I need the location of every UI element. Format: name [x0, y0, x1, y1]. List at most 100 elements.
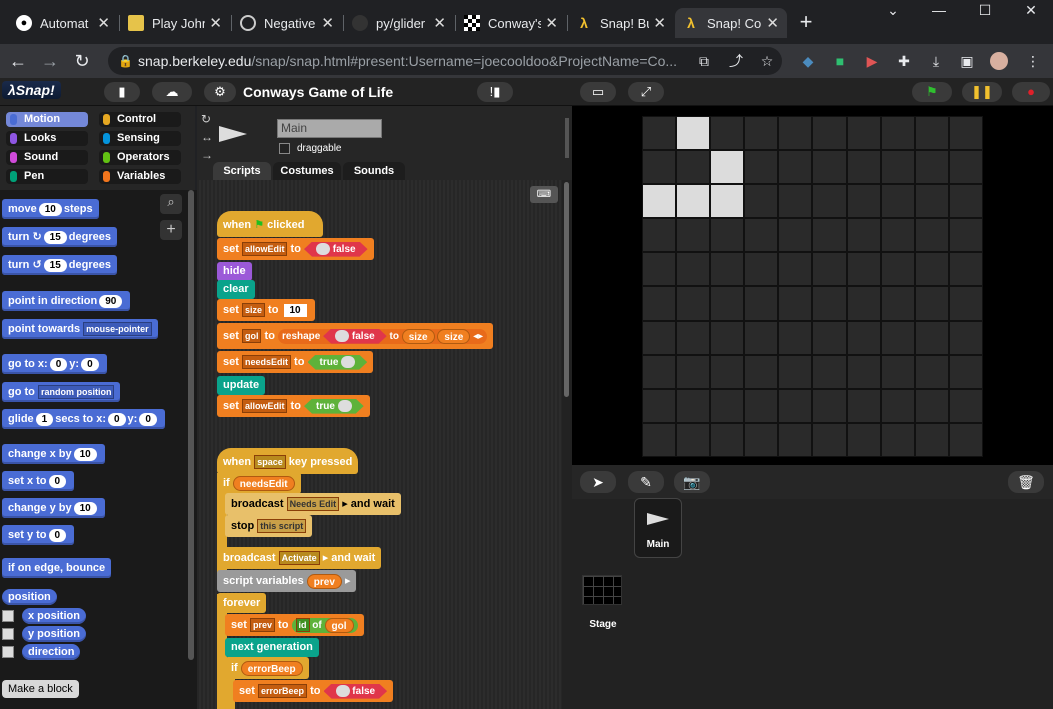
dead-cell[interactable] [745, 117, 778, 150]
turn-clockwise-block[interactable]: turn ↻ 15 degrees [2, 227, 117, 247]
dead-cell[interactable] [881, 389, 914, 422]
dead-cell[interactable] [643, 287, 676, 320]
snap-logo[interactable]: λSnap! [2, 81, 61, 99]
dead-cell[interactable] [677, 389, 710, 422]
dead-cell[interactable] [847, 117, 880, 150]
live-cell[interactable] [677, 117, 710, 150]
set-gol-block[interactable]: set gol to reshape false to size size ◂▸ [217, 323, 494, 349]
make-a-block-button[interactable]: Make a block [2, 680, 79, 698]
dead-cell[interactable] [779, 151, 812, 184]
x-position-reporter[interactable]: x position [22, 608, 86, 624]
set-allowedit-block[interactable]: set allowEdit to true [217, 395, 370, 417]
watcher-checkbox[interactable] [2, 646, 14, 658]
go-to-xy-block[interactable]: go to x: 0 y: 0 [2, 354, 107, 374]
dead-cell[interactable] [881, 151, 914, 184]
dead-cell[interactable] [711, 389, 744, 422]
dead-cell[interactable] [711, 287, 744, 320]
minimize-icon[interactable]: — [916, 0, 962, 20]
if-on-edge-bounce-block[interactable]: if on edge, bounce [2, 558, 112, 578]
dead-cell[interactable] [779, 185, 812, 218]
dead-cell[interactable] [915, 185, 948, 218]
add-turtle-sprite-icon[interactable]: ➤ [580, 471, 616, 493]
category-looks[interactable]: Looks [6, 131, 88, 146]
dead-cell[interactable] [779, 389, 812, 422]
dead-cell[interactable] [949, 219, 982, 252]
cloud-button[interactable]: ☁ [152, 82, 192, 102]
dead-cell[interactable] [745, 287, 778, 320]
stage[interactable] [572, 106, 1053, 465]
trash-icon[interactable]: 🗑 [1008, 471, 1044, 493]
dead-cell[interactable] [949, 389, 982, 422]
dead-cell[interactable] [677, 253, 710, 286]
dead-cell[interactable] [779, 423, 812, 456]
glide-block[interactable]: glide 1 secs to x: 0 y: 0 [2, 409, 165, 429]
browser-tab[interactable]: ● Automat ✕ [8, 8, 118, 38]
close-tab-icon[interactable]: ✕ [433, 14, 446, 32]
dead-cell[interactable] [847, 219, 880, 252]
dead-cell[interactable] [779, 117, 812, 150]
dead-cell[interactable] [949, 253, 982, 286]
dead-cell[interactable] [643, 253, 676, 286]
set-size-block[interactable]: set size to 10 [217, 299, 315, 321]
dead-cell[interactable] [881, 423, 914, 456]
set-allowedit-block[interactable]: set allowEdit to false [217, 238, 374, 260]
dead-cell[interactable] [813, 389, 846, 422]
dead-cell[interactable] [881, 355, 914, 388]
close-tab-icon[interactable]: ✕ [653, 14, 666, 32]
browser-tab[interactable]: Conway's ✕ [456, 8, 566, 38]
dead-cell[interactable] [745, 253, 778, 286]
close-window-icon[interactable]: ✕ [1008, 0, 1053, 20]
live-cell[interactable] [643, 185, 676, 218]
dead-cell[interactable] [711, 321, 744, 354]
dead-cell[interactable] [745, 151, 778, 184]
go-to-block[interactable]: go to random position [2, 382, 121, 402]
reload-icon[interactable]: ↻ [70, 49, 94, 73]
point-in-direction-block[interactable]: point in direction 90 [2, 291, 131, 311]
dead-cell[interactable] [711, 117, 744, 150]
dead-cell[interactable] [915, 253, 948, 286]
dead-cell[interactable] [813, 117, 846, 150]
dead-cell[interactable] [779, 355, 812, 388]
set-prev-block[interactable]: set prev to id of gol [225, 614, 364, 636]
live-cell[interactable] [711, 151, 744, 184]
menu-kebab-icon[interactable]: ⋮ [1024, 52, 1042, 70]
category-variables[interactable]: Variables [99, 169, 181, 184]
address-bar[interactable]: 🔒 snap.berkeley.edu/snap/snap.html#prese… [108, 47, 782, 75]
dead-cell[interactable] [711, 219, 744, 252]
dead-cell[interactable] [711, 355, 744, 388]
broadcast-and-wait-block[interactable]: broadcast Needs Edit ▸ and wait [225, 493, 401, 515]
dead-cell[interactable] [779, 287, 812, 320]
point-towards-block[interactable]: point towards mouse-pointer [2, 319, 158, 339]
dead-cell[interactable] [745, 355, 778, 388]
profile-avatar[interactable] [990, 52, 1008, 70]
position-reporter[interactable]: position [2, 589, 57, 605]
browser-tab[interactable]: py/glider ✕ [344, 8, 454, 38]
sprite-name-input[interactable]: Main [277, 119, 382, 138]
browser-tab[interactable]: λ Snap! Bu ✕ [568, 8, 674, 38]
puzzle-extensions-icon[interactable]: ✚ [895, 52, 913, 70]
dead-cell[interactable] [813, 321, 846, 354]
dead-cell[interactable] [779, 219, 812, 252]
change-y-block[interactable]: change y by 10 [2, 498, 105, 518]
dead-cell[interactable] [881, 117, 914, 150]
dead-cell[interactable] [813, 253, 846, 286]
rotation-leftright-icon[interactable]: ↔ [201, 130, 213, 144]
green-flag-button[interactable]: ⚑ [912, 82, 952, 102]
move-steps-block[interactable]: move 10 steps [2, 199, 99, 219]
dead-cell[interactable] [949, 287, 982, 320]
dead-cell[interactable] [881, 185, 914, 218]
dead-cell[interactable] [915, 117, 948, 150]
if-block[interactable]: if errorBeep [225, 657, 309, 679]
browser-tab[interactable]: Negative ✕ [232, 8, 342, 38]
dead-cell[interactable] [813, 423, 846, 456]
tab-search-icon[interactable]: ⌄ [870, 0, 916, 20]
dead-cell[interactable] [847, 389, 880, 422]
live-cell[interactable] [711, 185, 744, 218]
dead-cell[interactable] [847, 321, 880, 354]
dead-cell[interactable] [881, 253, 914, 286]
category-operators[interactable]: Operators [99, 150, 181, 165]
add-block-icon[interactable]: + [160, 220, 182, 240]
tab-sounds[interactable]: Sounds [343, 162, 405, 180]
tab-costumes[interactable]: Costumes [273, 162, 341, 180]
category-pen[interactable]: Pen [6, 169, 88, 184]
